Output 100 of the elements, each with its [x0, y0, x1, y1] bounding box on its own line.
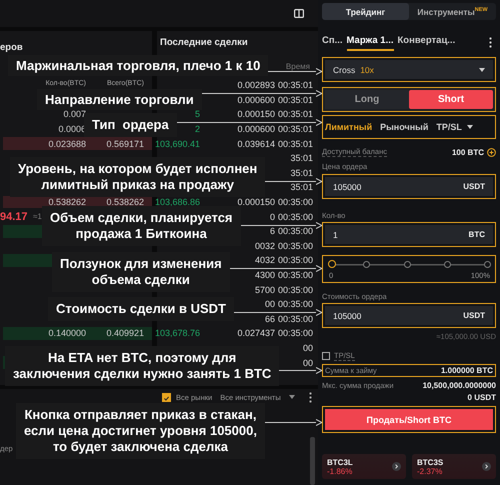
- token-change: -2.37%: [417, 466, 444, 476]
- checkbox[interactable]: [322, 352, 330, 360]
- table-cell: 0.007: [63, 109, 86, 120]
- order-type-tab[interactable]: Рыночный: [380, 122, 428, 132]
- table-cell: 0.039614: [237, 138, 275, 149]
- plus-circle-icon[interactable]: [487, 148, 496, 156]
- table-cell: 00: [302, 358, 313, 368]
- table-cell: 6: [270, 226, 275, 236]
- sell-button[interactable]: Продать/Short BTC: [325, 409, 493, 430]
- max-sell-value: 10,500,000.0000000: [422, 381, 496, 390]
- table-cell: 0.538262: [48, 197, 86, 208]
- table-cell: 35:01: [290, 153, 313, 164]
- table-cell: 00:35:00: [278, 314, 313, 324]
- amount-field[interactable]: 1 BTC: [325, 225, 493, 244]
- caret-icon[interactable]: [466, 125, 473, 129]
- table-cell: 103,690.41: [154, 138, 200, 149]
- pointer-arrow: [265, 178, 322, 185]
- annotation-callout: Уровень, на котором будет исполнен лимитный приказ на продажу: [10, 157, 266, 197]
- token-change: -1.86%: [327, 466, 353, 476]
- token-card[interactable]: BTC3S -2.37%: [412, 454, 496, 479]
- table-cell: 00:35:00: [278, 284, 313, 295]
- approx-price: ≈1: [33, 212, 42, 222]
- table-cell: 0.002893: [237, 80, 275, 90]
- column-header: Время: [286, 62, 310, 71]
- chevron-icon[interactable]: [392, 462, 401, 471]
- table-cell: 66: [264, 314, 275, 324]
- market-tab[interactable]: Сп...: [322, 34, 343, 50]
- table-cell: 35:01: [290, 168, 313, 178]
- table-cell: 0.000600: [237, 94, 275, 105]
- table-cell: 0.027437: [237, 328, 275, 338]
- slider-tick[interactable]: [404, 261, 410, 268]
- table-cell: 0.000150: [237, 109, 275, 120]
- table-cell: 0.409921: [106, 328, 144, 338]
- book-icon[interactable]: [294, 9, 304, 18]
- price-field[interactable]: 105000 USDT: [325, 177, 493, 196]
- chevron-icon[interactable]: [482, 462, 491, 471]
- table-cell: 00:35:01: [278, 138, 313, 149]
- annotation-callout: Объем сделки, планируется продажа 1 Биткоина: [42, 206, 241, 246]
- table-cell: 0.140000: [48, 328, 86, 338]
- annotation-callout: Кнопка отправляет приказ в стакан, если цена достигнет уровня 105000, то будет заключена сделка: [16, 403, 265, 459]
- table-cell: 00:35:00: [278, 240, 313, 251]
- table-cell: 0032: [254, 240, 275, 251]
- mode-tab[interactable]: Трейдинг: [322, 3, 409, 20]
- caret-icon[interactable]: [479, 68, 485, 72]
- panel-title: Последние сделки: [160, 37, 249, 48]
- table-cell: 00:35:01: [278, 80, 313, 90]
- table-cell: 00:35:00: [278, 328, 313, 338]
- mode-tab[interactable]: Инструменты$^{NEW}$: [409, 3, 496, 20]
- annotation-callout: На ETA нет BTC, поэтому для заключения сделки нужно занять 1 BTC: [5, 346, 280, 386]
- token-card[interactable]: BTC3L -1.86%: [322, 454, 406, 479]
- table-cell: 00:35:01: [278, 124, 313, 134]
- slider-tick[interactable]: [484, 261, 491, 268]
- annotation-callout: Ползунок для изменения объема сделки: [52, 252, 230, 292]
- annotation-callout: Тип ордера: [84, 113, 177, 137]
- table-cell: 0.023688: [48, 138, 86, 149]
- table-cell: 103,686.86: [154, 197, 200, 208]
- table-cell: 4032: [254, 255, 275, 266]
- order-type-tab[interactable]: TP/SL: [436, 122, 473, 132]
- mid-price: 94.17: [0, 210, 28, 223]
- side-toggle[interactable]: Short: [409, 90, 493, 109]
- table-cell: 0: [270, 212, 275, 222]
- table-cell: 35:01: [290, 182, 313, 192]
- pointer-arrow: [264, 419, 322, 426]
- table-cell: 0.538262: [106, 197, 144, 208]
- table-cell: 00:35:00: [278, 212, 313, 222]
- borrow-value: 1.000000 BTC: [440, 366, 493, 375]
- slider-tick[interactable]: [363, 261, 370, 268]
- table-cell: 4300: [254, 270, 275, 280]
- token-name: BTC3L: [327, 458, 353, 466]
- table-cell: 00:35:01: [278, 94, 313, 105]
- more-icon[interactable]: [308, 392, 312, 402]
- scrollbar[interactable]: [310, 437, 315, 485]
- margin-mode-select[interactable]: Cross 10x: [325, 60, 493, 79]
- table-cell: 00:35:01: [278, 109, 313, 120]
- annotation-callout: Стоимость сделки в USDT: [48, 297, 234, 321]
- table-cell: 103,678.76: [154, 328, 200, 338]
- total-field[interactable]: 105000 USDT: [325, 306, 493, 325]
- annotation-callout: Направление торговли: [37, 89, 202, 110]
- pointer-arrow: [279, 367, 322, 374]
- table-cell: 0.569171: [106, 138, 144, 149]
- caret-icon[interactable]: [288, 395, 295, 399]
- token-name: BTC3S: [417, 458, 444, 466]
- table-cell: 00:35:00: [278, 255, 313, 266]
- table-cell: 00: [264, 299, 275, 310]
- checkbox[interactable]: [162, 392, 171, 402]
- slider-track[interactable]: [329, 260, 490, 268]
- slider-tick[interactable]: [444, 261, 451, 268]
- table-cell: 00:35:00: [278, 270, 313, 280]
- table-cell: 00:35:00: [278, 226, 313, 236]
- max-sell-value: 0 USDT: [468, 393, 496, 402]
- panel-title: еров: [0, 42, 23, 53]
- table-cell: 00: [302, 342, 313, 353]
- market-tab[interactable]: Маржа 1...: [346, 34, 394, 50]
- side-toggle[interactable]: Long: [325, 90, 409, 109]
- slider-thumb[interactable]: [328, 260, 336, 268]
- market-tab[interactable]: Конвертац...: [398, 34, 456, 50]
- annotation-callout: Маржинальная торговля, плечо 1 к 10: [8, 55, 268, 76]
- more-icon[interactable]: [489, 37, 492, 48]
- table-cell: 2: [194, 124, 200, 134]
- order-type-tab[interactable]: Лимитный: [325, 122, 372, 132]
